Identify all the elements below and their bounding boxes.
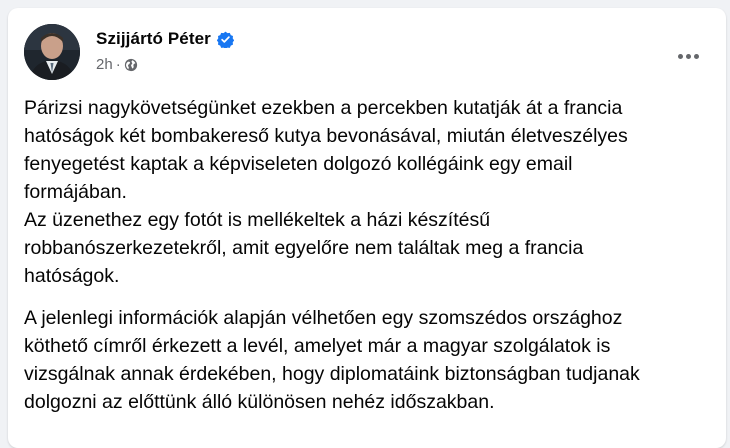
more-options-button[interactable] [670, 38, 706, 74]
more-dot [677, 53, 683, 59]
post-meta: Szijjártó Péter 2h · [96, 28, 234, 73]
author-row: Szijjártó Péter [96, 28, 234, 50]
verified-badge-icon [216, 31, 234, 48]
author-name[interactable]: Szijjártó Péter [96, 29, 211, 49]
avatar[interactable] [24, 24, 80, 80]
post-timestamp[interactable]: 2h [96, 56, 113, 73]
post-header: Szijjártó Péter 2h · [24, 24, 710, 82]
separator-dot: · [115, 56, 121, 73]
post-card: Szijjártó Péter 2h · Párizsi nagykövetsé… [8, 8, 726, 448]
post-paragraph: Párizsi nagykövetségünket ezekben a perc… [24, 97, 628, 287]
more-dot [685, 53, 691, 59]
post-body: Párizsi nagykövetségünket ezekben a perc… [24, 94, 714, 430]
profile-photo [24, 24, 80, 80]
more-dot [693, 53, 699, 59]
post-paragraph: A jelenlegi információk alapján vélhetőe… [24, 307, 640, 413]
globe-icon[interactable] [124, 58, 138, 72]
post-subline: 2h · [96, 56, 234, 73]
